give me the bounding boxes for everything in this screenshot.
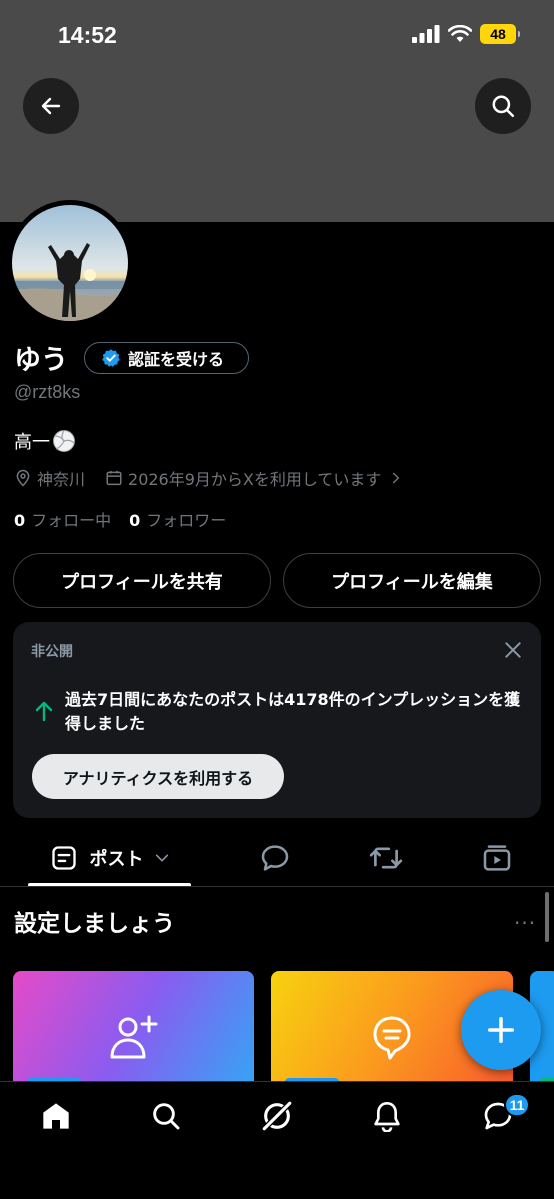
- chevron-down-icon: [155, 854, 168, 862]
- status-time: 14:52: [58, 22, 117, 48]
- verified-badge-icon: [102, 349, 120, 367]
- more-options-button[interactable]: ···: [514, 911, 536, 935]
- tab-posts-label: ポスト: [89, 849, 144, 870]
- back-button[interactable]: [23, 78, 79, 134]
- battery-indicator: 48: [480, 24, 520, 44]
- messages-badge: 11: [504, 1093, 530, 1117]
- profile-tabs: ポスト: [0, 830, 554, 887]
- compose-bubble-icon: [373, 1016, 411, 1060]
- chevron-right-icon: [393, 472, 400, 484]
- volleyball-icon: [53, 430, 75, 452]
- posts-tab-icon: [51, 846, 76, 870]
- scrollbar[interactable]: [545, 892, 549, 942]
- reply-bubble-icon: [261, 845, 289, 871]
- setup-card-follow[interactable]: [13, 971, 254, 1086]
- profile-location: 神奈川: [37, 470, 86, 489]
- edit-profile-button[interactable]: プロフィールを編集: [283, 553, 541, 608]
- arrow-left-icon: [41, 97, 61, 115]
- get-verified-button[interactable]: 認証を受ける: [84, 342, 249, 374]
- tab-posts[interactable]: ポスト: [28, 830, 191, 886]
- share-profile-button[interactable]: プロフィールを共有: [13, 553, 271, 608]
- tabs-divider: [0, 886, 554, 887]
- search-icon: [492, 95, 514, 117]
- use-analytics-button[interactable]: アナリティクスを利用する: [32, 754, 284, 799]
- bio-text: 高一: [14, 432, 50, 453]
- nav-grok[interactable]: [257, 1096, 297, 1136]
- nav-explore[interactable]: [146, 1096, 186, 1136]
- search-button[interactable]: [475, 78, 531, 134]
- avatar-photo: [12, 205, 128, 321]
- avatar[interactable]: [7, 200, 133, 326]
- profile-handle: @rzt8ks: [14, 382, 81, 402]
- search-icon: [153, 1103, 180, 1130]
- profile-joined[interactable]: 2026年9月からXを利用しています: [128, 466, 381, 490]
- tab-replies[interactable]: [250, 830, 300, 886]
- media-icon: [483, 845, 511, 871]
- tab-reposts[interactable]: [361, 830, 411, 886]
- follow-stats: 0 フォロー中 0 フォロワー: [14, 508, 226, 530]
- tab-media[interactable]: [472, 830, 522, 886]
- following-label: フォロー中: [31, 511, 112, 530]
- get-verified-label: 認証を受ける: [128, 350, 225, 369]
- private-label: 非公開: [31, 644, 73, 660]
- repost-icon: [369, 847, 403, 869]
- bell-icon: [374, 1102, 400, 1132]
- followers-count: 0: [129, 511, 141, 530]
- profile-bio: 高一: [14, 428, 76, 454]
- cellular-signal-icon: [412, 25, 440, 43]
- following-count: 0: [14, 511, 26, 530]
- arrow-up-icon: [35, 701, 53, 722]
- private-analytics-card: 非公開 過去7日間にあなたのポストは4178件のインプレッションを獲得しました …: [13, 622, 541, 818]
- followers-label: フォロワー: [146, 511, 227, 530]
- grok-icon: [262, 1101, 292, 1131]
- location-pin-icon: [16, 469, 30, 487]
- home-icon: [43, 1103, 69, 1129]
- impressions-message: 過去7日間にあなたのポストは4178件のインプレッションを獲得しました: [65, 690, 521, 733]
- close-icon: [505, 642, 521, 658]
- profile-name: ゆう: [14, 345, 68, 376]
- profile-meta: 神奈川 2026年9月からXを利用しています: [14, 466, 403, 490]
- status-icons: 48: [412, 24, 520, 44]
- followers-link[interactable]: 0 フォロワー: [129, 507, 226, 531]
- nav-notifications[interactable]: [367, 1096, 407, 1136]
- add-user-icon: [110, 1015, 157, 1059]
- compose-button[interactable]: [461, 990, 541, 1070]
- calendar-icon: [106, 470, 122, 486]
- setup-title: 設定しましょう: [14, 911, 175, 937]
- nav-home[interactable]: [36, 1096, 76, 1136]
- close-card-button[interactable]: [503, 640, 523, 664]
- bottom-navigation: [0, 1081, 554, 1199]
- following-link[interactable]: 0 フォロー中: [14, 507, 111, 531]
- wifi-icon: [448, 25, 472, 42]
- plus-icon: [488, 1017, 514, 1043]
